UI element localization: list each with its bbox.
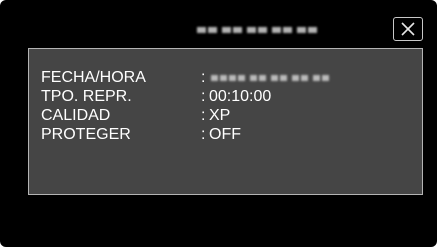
info-row-calidad: CALIDAD : XP xyxy=(41,107,230,125)
info-row-proteger: PROTEGER : OFF xyxy=(41,126,241,144)
obscured-text-segment xyxy=(313,75,329,81)
info-label: PROTEGER xyxy=(41,126,131,143)
obscured-title xyxy=(197,27,317,33)
obscured-text-segment xyxy=(272,27,292,33)
info-panel: FECHA/HORA : TPO. REPR.: 00:10:00 CALID… xyxy=(28,48,423,195)
info-colon: : xyxy=(201,88,206,105)
info-colon: : xyxy=(201,69,206,86)
obscured-text-segment xyxy=(292,75,308,81)
obscured-text-segment xyxy=(197,27,217,33)
close-button[interactable] xyxy=(393,17,423,41)
info-row-tpo-repr: TPO. REPR. : 00:10:00 xyxy=(41,88,271,106)
protect-value: OFF xyxy=(209,126,241,143)
info-label: FECHA/HORA xyxy=(41,69,146,86)
obscured-text-segment xyxy=(247,27,267,33)
info-colon: : xyxy=(201,126,206,143)
quality-value: XP xyxy=(209,107,231,124)
info-colon: : xyxy=(201,107,206,124)
close-icon xyxy=(401,22,415,36)
info-row-fecha-hora: FECHA/HORA : xyxy=(41,69,329,87)
obscured-text-segment xyxy=(222,27,242,33)
info-label: CALIDAD xyxy=(41,107,111,124)
obscured-text-segment xyxy=(297,27,317,33)
obscured-text-segment xyxy=(250,75,266,81)
obscured-text-segment xyxy=(211,75,245,81)
info-label: TPO. REPR. xyxy=(41,88,132,105)
obscured-date-time-value xyxy=(211,75,329,81)
obscured-text-segment xyxy=(271,75,287,81)
camera-screen: FECHA/HORA : TPO. REPR.: 00:10:00 CALID… xyxy=(0,0,437,247)
playback-time-value: 00:10:00 xyxy=(209,88,272,105)
